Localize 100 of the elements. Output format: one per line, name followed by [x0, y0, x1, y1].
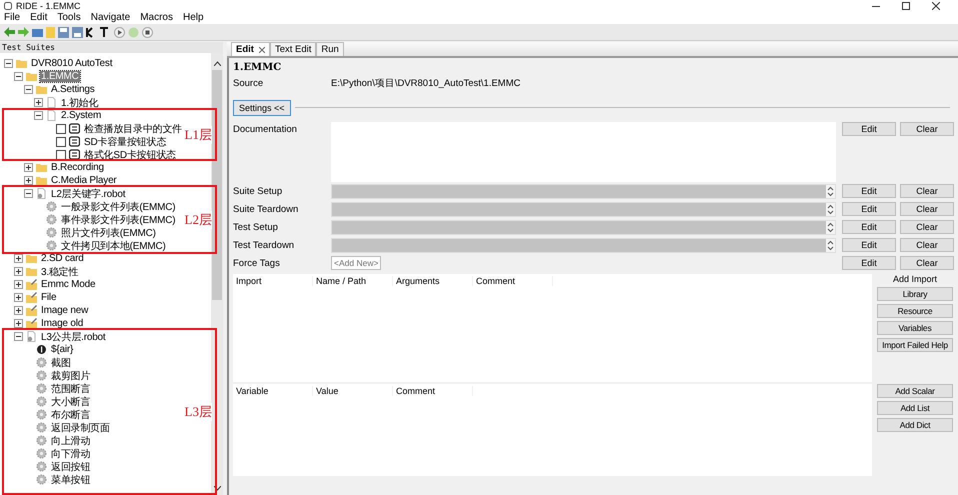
tree-item[interactable]: 3.稳定性: [40, 264, 80, 278]
folder-icon: [26, 253, 37, 264]
collapse-icon[interactable]: [14, 72, 23, 81]
setting-button[interactable]: Clear: [900, 220, 954, 234]
close-icon[interactable]: [932, 2, 940, 10]
tree-item[interactable]: DVR8010 AutoTest: [30, 58, 114, 69]
setting-button[interactable]: Edit: [842, 202, 896, 216]
file-gear-icon: [36, 188, 47, 199]
test-search-icon[interactable]: [100, 26, 111, 38]
expand-icon[interactable]: [24, 163, 33, 172]
expand-icon[interactable]: [14, 293, 23, 302]
collapse-icon[interactable]: [24, 189, 33, 198]
import-button[interactable]: Variables: [877, 321, 953, 335]
tree-item[interactable]: B.Recording: [50, 162, 105, 173]
tree-item[interactable]: Emmc Mode: [40, 279, 96, 290]
expand-icon[interactable]: [24, 176, 33, 185]
spin-arrows-icon[interactable]: [826, 203, 835, 216]
setting-field[interactable]: [331, 238, 836, 253]
tree-item[interactable]: 向上滑动: [50, 434, 92, 448]
tree-item[interactable]: L3公共层.robot: [40, 330, 106, 344]
settings-toggle-button[interactable]: Settings <<: [233, 100, 291, 116]
setting-button[interactable]: Clear: [900, 256, 954, 270]
setting-button[interactable]: Clear: [900, 184, 954, 198]
maximize-icon[interactable]: [902, 2, 910, 10]
variable-button[interactable]: Add Scalar: [877, 384, 953, 398]
tree-item[interactable]: 2.System: [60, 110, 102, 121]
tree-item[interactable]: 截图: [50, 356, 72, 370]
tree-item[interactable]: 范围断言: [50, 382, 92, 396]
setting-button[interactable]: Edit: [842, 184, 896, 198]
setting-button[interactable]: Edit: [842, 220, 896, 234]
tree-item[interactable]: 照片文件列表(EMMC): [60, 226, 157, 240]
setting-button[interactable]: Edit: [842, 256, 896, 270]
tree-item[interactable]: 返回按钮: [50, 460, 92, 474]
stop-icon[interactable]: [142, 26, 153, 38]
tree-item[interactable]: 向下滑动: [50, 446, 92, 460]
expand-icon[interactable]: [14, 306, 23, 315]
tree-item[interactable]: 一般录影文件列表(EMMC): [60, 200, 176, 214]
tab[interactable]: Run: [316, 42, 344, 56]
tree-item[interactable]: 文件拷贝到本地(EMMC): [60, 238, 167, 252]
menu-item[interactable]: Tools: [57, 12, 81, 23]
tab[interactable]: Edit: [231, 42, 270, 56]
variable-button[interactable]: Add List: [877, 401, 953, 415]
expand-icon[interactable]: [14, 267, 23, 276]
checkbox[interactable]: [56, 124, 66, 134]
tree-item[interactable]: C.Media Player: [50, 175, 118, 186]
tree-item[interactable]: 1.EMMC: [40, 71, 80, 82]
tree-item[interactable]: A.Settings: [50, 84, 96, 95]
spin-arrows-icon[interactable]: [826, 239, 835, 252]
tree-item[interactable]: Image new: [40, 305, 90, 316]
setting-button[interactable]: Edit: [842, 238, 896, 252]
tree-item[interactable]: 检查播放目录中的文件: [83, 122, 184, 136]
tree-item[interactable]: L2层关键字.robot: [50, 186, 126, 200]
variable-button[interactable]: Add Dict: [877, 418, 953, 432]
menu-item[interactable]: File: [4, 12, 20, 23]
import-button[interactable]: Resource: [877, 304, 953, 318]
expand-icon[interactable]: [14, 280, 23, 289]
tag-input[interactable]: <Add New>: [331, 256, 381, 270]
collapse-icon[interactable]: [14, 332, 23, 341]
tree-item[interactable]: 事件录影文件列表(EMMC): [60, 212, 176, 226]
checkbox[interactable]: [56, 150, 66, 160]
tree-item[interactable]: File: [40, 292, 58, 303]
spin-arrows-icon[interactable]: [826, 221, 835, 234]
tree-item[interactable]: 2.SD card: [40, 253, 85, 264]
gear-icon: [36, 461, 47, 472]
run-icon[interactable]: [114, 26, 125, 38]
folder-icon[interactable]: [32, 27, 43, 37]
import-button[interactable]: Library: [877, 287, 953, 301]
menu-item[interactable]: Navigate: [90, 12, 130, 23]
tree-item[interactable]: 布尔断言: [50, 408, 92, 422]
tree-item[interactable]: 返回录制页面: [50, 420, 111, 434]
spin-arrows-icon[interactable]: [826, 185, 835, 198]
expand-icon[interactable]: [14, 319, 23, 328]
collapse-icon[interactable]: [34, 111, 43, 120]
menu-item[interactable]: Macros: [140, 12, 173, 23]
checkbox[interactable]: [56, 136, 66, 146]
collapse-icon[interactable]: [24, 85, 33, 94]
save-icon[interactable]: [58, 26, 69, 38]
expand-icon[interactable]: [14, 254, 23, 263]
tree-item[interactable]: ${air}: [50, 344, 74, 355]
tree-item[interactable]: 裁剪图片: [50, 368, 92, 382]
back-arrow-icon[interactable]: [4, 27, 15, 37]
setting-field[interactable]: [331, 202, 836, 217]
collapse-icon[interactable]: [4, 59, 13, 68]
setting-field[interactable]: [331, 184, 836, 199]
setting-button[interactable]: Clear: [900, 122, 954, 136]
setting-button[interactable]: Edit: [842, 122, 896, 136]
setting-field[interactable]: [331, 220, 836, 235]
tree-item[interactable]: 菜单按钮: [50, 472, 92, 486]
setting-button[interactable]: Clear: [900, 238, 954, 252]
setting-button[interactable]: Clear: [900, 202, 954, 216]
tree-item[interactable]: SD卡容量按钮状态: [83, 134, 168, 148]
tree-item[interactable]: 大小断言: [50, 394, 92, 408]
import-button[interactable]: Import Failed Help: [877, 338, 953, 352]
menu-item[interactable]: Help: [182, 12, 204, 23]
tree-item[interactable]: Image old: [40, 318, 84, 329]
close-icon[interactable]: [258, 46, 265, 52]
menu-item[interactable]: Edit: [30, 12, 48, 23]
tab[interactable]: Text Edit: [270, 42, 316, 56]
tree-item[interactable]: 1.初始化: [60, 96, 100, 110]
expand-icon[interactable]: [34, 98, 43, 107]
